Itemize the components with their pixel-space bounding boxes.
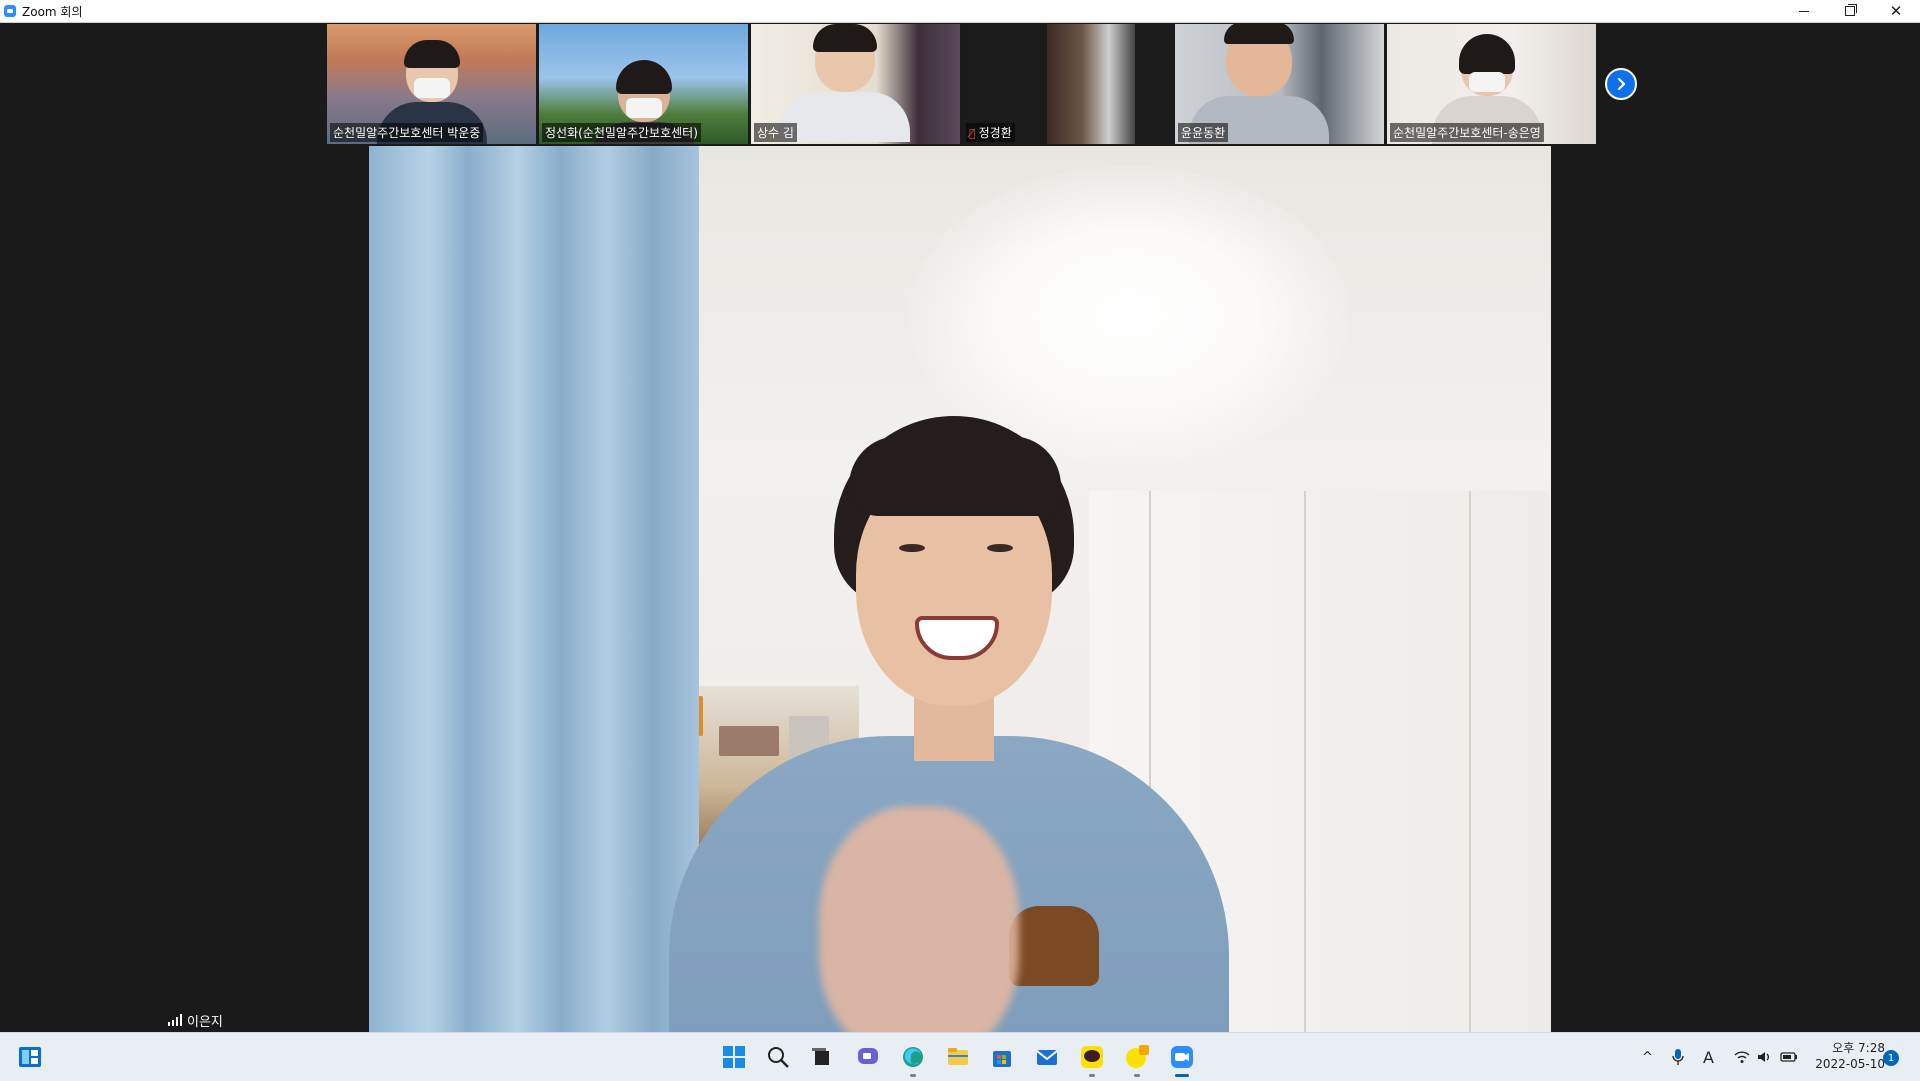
input-method-button[interactable]: A bbox=[1703, 1033, 1714, 1081]
edge-browser-icon bbox=[903, 1047, 923, 1067]
widgets-icon bbox=[19, 1047, 41, 1067]
chevron-up-icon: ^ bbox=[1642, 1049, 1653, 1065]
next-page-button[interactable] bbox=[1605, 68, 1637, 100]
task-view-button[interactable] bbox=[806, 1041, 838, 1073]
chat-icon bbox=[858, 1048, 878, 1064]
battery-charging-icon bbox=[1780, 1052, 1797, 1062]
participant-video bbox=[780, 24, 911, 142]
participant-gallery: 순천밀알주간보호센터 박운중 정선화(순천밀알주간보호센터) 상수 김 🎙̸ 정경… bbox=[327, 24, 1596, 144]
window-title: Zoom 회의 bbox=[22, 5, 83, 19]
file-explorer-button[interactable] bbox=[942, 1041, 974, 1073]
ime-label: A bbox=[1703, 1047, 1714, 1067]
participant-tile[interactable]: 🎙̸ 정경환 bbox=[963, 24, 1172, 144]
edge-browser-button[interactable] bbox=[897, 1041, 929, 1077]
active-speaker-label: 이은지 bbox=[168, 1010, 223, 1030]
windows-start-icon bbox=[723, 1046, 745, 1068]
task-view-icon bbox=[812, 1048, 829, 1065]
clock-date: 2022-05-10 bbox=[1815, 1057, 1885, 1071]
kakaotalk-icon bbox=[1081, 1046, 1103, 1068]
minimize-icon bbox=[1799, 10, 1809, 12]
close-button[interactable]: ✕ bbox=[1873, 0, 1919, 22]
restore-button[interactable] bbox=[1827, 0, 1873, 22]
participant-name: 윤윤동환 bbox=[1178, 123, 1229, 142]
zoom-taskbar-button[interactable] bbox=[1166, 1041, 1198, 1077]
wifi-icon bbox=[1734, 1051, 1750, 1063]
participant-tile[interactable]: 상수 김 bbox=[751, 24, 960, 144]
participant-tile[interactable]: 윤윤동환 bbox=[1175, 24, 1384, 144]
active-speaker-name: 이은지 bbox=[187, 1014, 223, 1030]
kakaotalk-button[interactable] bbox=[1076, 1041, 1108, 1077]
participant-name: 순천밀알주간보호센터-송은영 bbox=[1390, 123, 1544, 142]
signal-strength-icon bbox=[168, 1014, 182, 1026]
restore-icon bbox=[1845, 4, 1857, 16]
background-curtain bbox=[369, 146, 699, 1032]
participant-tile[interactable]: 순천밀알주간보호센터-송은영 bbox=[1387, 24, 1596, 144]
search-icon bbox=[768, 1047, 789, 1068]
speaker-volume-icon bbox=[1758, 1052, 1769, 1062]
file-explorer-icon bbox=[948, 1048, 968, 1065]
zoom-app-icon bbox=[4, 5, 16, 17]
microphone-tray-button[interactable] bbox=[1671, 1033, 1685, 1081]
participant-name: 정선화(순천밀알주간보호센터) bbox=[542, 123, 701, 142]
show-hidden-icons-button[interactable]: ^ bbox=[1642, 1033, 1653, 1081]
microsoft-store-icon bbox=[993, 1051, 1011, 1067]
kakaotalk-alert-button[interactable] bbox=[1121, 1041, 1153, 1077]
notification-badge[interactable]: 1 bbox=[1883, 1050, 1899, 1066]
microsoft-store-button[interactable] bbox=[986, 1041, 1018, 1073]
zoom-icon bbox=[1171, 1046, 1193, 1068]
active-speaker-video[interactable] bbox=[369, 146, 1551, 1032]
battery-tray-button[interactable] bbox=[1780, 1033, 1798, 1081]
speaker-person bbox=[669, 416, 1269, 1032]
start-button[interactable] bbox=[718, 1041, 750, 1073]
participant-name: 상수 김 bbox=[754, 123, 797, 142]
muted-microphone-icon: 🎙̸ bbox=[969, 127, 976, 140]
mail-icon bbox=[1036, 1050, 1058, 1065]
widgets-button[interactable] bbox=[14, 1041, 46, 1073]
participant-name: 🎙̸ 정경환 bbox=[966, 123, 1015, 142]
microphone-icon bbox=[1672, 1049, 1684, 1065]
chat-button[interactable] bbox=[852, 1041, 884, 1073]
volume-tray-button[interactable] bbox=[1757, 1033, 1773, 1081]
participant-name: 순천밀알주간보호센터 박운중 bbox=[330, 123, 484, 142]
mail-button[interactable] bbox=[1031, 1041, 1063, 1073]
participant-tile[interactable]: 정선화(순천밀알주간보호센터) bbox=[539, 24, 748, 144]
kakaotalk-badge-icon bbox=[1126, 1045, 1149, 1068]
clock-time: 오후 7:28 bbox=[1832, 1041, 1885, 1055]
wifi-tray-button[interactable] bbox=[1734, 1033, 1750, 1081]
minimize-button[interactable] bbox=[1781, 0, 1827, 22]
close-icon: ✕ bbox=[1889, 1, 1903, 20]
windows-taskbar: ^ A 오후 7:28 2022-05-10 1 bbox=[0, 1032, 1920, 1081]
system-clock[interactable]: 오후 7:28 2022-05-10 bbox=[1805, 1040, 1885, 1072]
title-bar: Zoom 회의 ✕ bbox=[0, 0, 1920, 23]
search-button[interactable] bbox=[762, 1041, 794, 1073]
chevron-right-icon bbox=[1617, 77, 1626, 91]
participant-tile[interactable]: 순천밀알주간보호센터 박운중 bbox=[327, 24, 536, 144]
participant-video bbox=[1047, 24, 1135, 144]
